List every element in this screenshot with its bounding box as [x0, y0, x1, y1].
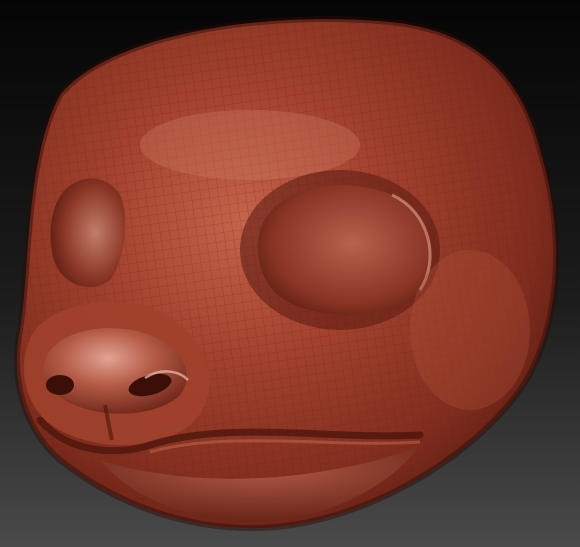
cheek-highlight: [410, 250, 530, 410]
left-eye-socket: [50, 178, 126, 288]
right-eye-socket: [240, 170, 440, 330]
sculpt-model-render[interactable]: [0, 0, 580, 547]
nostril-left: [46, 375, 74, 395]
3d-viewport[interactable]: [0, 0, 580, 547]
brow-highlight: [140, 110, 360, 180]
